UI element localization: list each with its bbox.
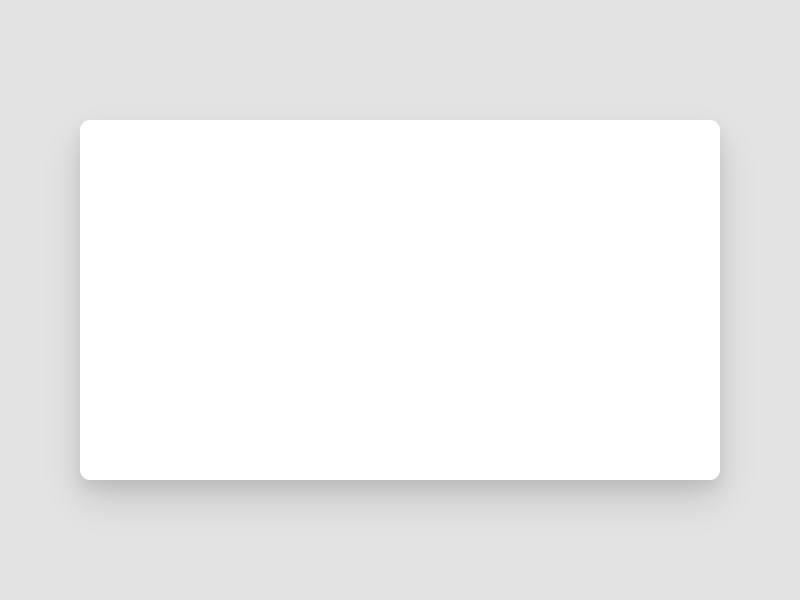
blank-card [80, 120, 720, 480]
